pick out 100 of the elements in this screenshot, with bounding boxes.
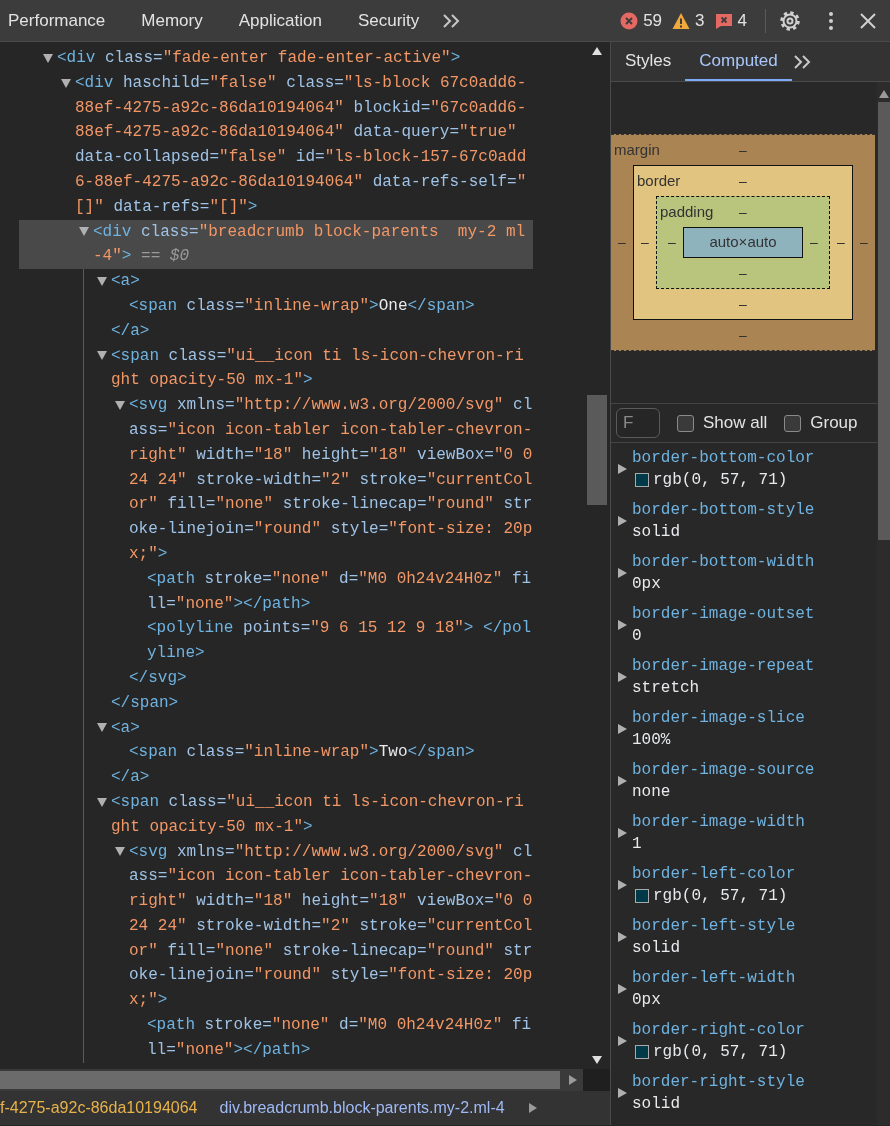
disclosure-triangle-icon[interactable]	[115, 847, 125, 857]
property-name: border-bottom-style	[632, 500, 815, 521]
breadcrumb-link[interactable]: div.breadcrumb.block-parents.my-2.ml-4	[219, 1096, 505, 1120]
box-value: –	[739, 263, 747, 283]
more-tabs-icon[interactable]	[791, 53, 812, 70]
dom-closing-tag[interactable]: </a>	[111, 318, 533, 344]
dom-node-line[interactable]: <div class="fade-enter fade-enter-active">	[57, 46, 533, 71]
property-value: solid	[632, 938, 680, 959]
property-value: rgb(0, 57, 71)	[653, 886, 788, 907]
dom-node-line[interactable]: <a>	[111, 269, 533, 294]
box-value: –	[617, 233, 627, 252]
dom-node-line[interactable]: <span class="inline-wrap">Two</span>	[129, 740, 533, 766]
color-swatch[interactable]	[635, 1045, 649, 1059]
box-value: –	[739, 325, 747, 345]
color-swatch[interactable]	[635, 889, 649, 903]
dom-closing-tag[interactable]: </a>	[111, 765, 533, 790]
color-swatch[interactable]	[635, 473, 649, 487]
property-name: border-image-repeat	[632, 656, 815, 677]
settings-icon[interactable]	[778, 8, 802, 33]
disclosure-triangle-icon[interactable]	[97, 723, 107, 733]
scrollbar-thumb[interactable]	[877, 102, 890, 540]
property-name: border-left-color	[632, 864, 796, 885]
dom-node-line[interactable]: <svg xmlns="http://www.w3.org/2000/svg" class="icon icon-tabler icon-tabler-chevron-right" width="18" height="18" viewBox="0 0 24 24" stroke-width="2" stroke="currentColor" fill="none" stroke-linecap="round" stroke-linejoin="round" style="font-size: 20px;">	[129, 393, 533, 567]
disclosure-triangle-icon[interactable]	[97, 351, 107, 361]
dom-node-line[interactable]: <svg xmlns="http://www.w3.org/2000/svg" class="icon icon-tabler icon-tabler-chevron-right" width="18" height="18" viewBox="0 0 24 24" stroke-width="2" stroke="currentColor" fill="none" stroke-linecap="round" stroke-linejoin="round" style="font-size: 20px;">	[129, 839, 533, 1014]
property-value: 0	[632, 626, 642, 647]
dom-node-line[interactable]: <span class="inline-wrap">One</span>	[129, 293, 533, 319]
scroll-arrow-icon[interactable]	[878, 90, 889, 98]
sidebar-tab[interactable]: Computed	[685, 42, 792, 81]
dom-node-line[interactable]: <polyline points="9 6 15 12 9 18"> </polyline>	[147, 616, 533, 666]
panel-tab[interactable]: Application	[220, 0, 340, 41]
checkbox-label[interactable]: Show all	[703, 410, 768, 436]
horizontal-scrollbar[interactable]	[0, 1069, 610, 1091]
issue-icon	[714, 11, 733, 30]
disclosure-triangle-icon[interactable]	[61, 78, 71, 88]
dom-closing-tag[interactable]: </svg>	[129, 665, 533, 691]
disclosure-triangle-icon[interactable]	[618, 620, 627, 630]
disclosure-triangle-icon[interactable]	[43, 53, 53, 63]
dom-closing-tag[interactable]: </span>	[111, 690, 533, 716]
property-name: border-image-outset	[632, 604, 815, 625]
disclosure-triangle-icon[interactable]	[618, 672, 627, 682]
disclosure-triangle-icon[interactable]	[115, 401, 125, 411]
box-value: –	[739, 202, 747, 222]
more-tabs-icon[interactable]	[441, 12, 462, 29]
filter-field[interactable]: F	[616, 408, 660, 438]
panel-tab[interactable]: Security	[339, 0, 438, 41]
checkbox-label[interactable]: Group	[810, 410, 858, 436]
disclosure-triangle-icon[interactable]	[618, 568, 627, 578]
property-value: 0px	[632, 990, 661, 1011]
checkbox[interactable]	[677, 414, 694, 432]
scrollbar-thumb[interactable]	[586, 395, 607, 505]
dom-node-line[interactable]: <span class="ui__icon ti ls-icon-chevron-right opacity-50 mx-1">	[111, 789, 533, 840]
box-value: –	[809, 233, 819, 252]
property-value: solid	[632, 522, 680, 543]
checkbox[interactable]	[784, 414, 802, 432]
disclosure-triangle-icon[interactable]	[97, 277, 107, 287]
box-label: border	[636, 170, 681, 191]
property-value: rgb(0, 57, 71)	[653, 1042, 788, 1063]
property-name: border-right-color	[632, 1020, 805, 1041]
property-name: border-right-style	[632, 1072, 805, 1093]
disclosure-triangle-icon[interactable]	[618, 1088, 627, 1098]
box-value: –	[739, 140, 747, 160]
close-icon[interactable]	[860, 12, 876, 29]
issue-count: 59	[643, 9, 663, 32]
property-value: none	[632, 782, 671, 803]
scrollbar-thumb[interactable]	[0, 1071, 560, 1089]
disclosure-triangle-icon[interactable]	[618, 984, 627, 994]
scrollbar[interactable]	[877, 82, 890, 1125]
disclosure-triangle-icon[interactable]	[618, 828, 627, 838]
issue-count: 4	[737, 9, 747, 32]
dom-node-line[interactable]: <path stroke="none" d="M0 0h24v24H0z" fill="none"></path>	[147, 566, 533, 617]
breadcrumb-link[interactable]: f-4275-a92c-86da10194064	[0, 1096, 198, 1120]
more-options-icon[interactable]	[828, 10, 834, 31]
disclosure-triangle-icon[interactable]	[618, 932, 627, 942]
dom-node-line[interactable]: <span class="ui__icon ti ls-icon-chevron-right opacity-50 mx-1">	[111, 343, 533, 394]
property-value: 1	[632, 834, 642, 855]
dom-node-line[interactable]: <path stroke="none" d="M0 0h24v24H0z" fill="none"></path>	[147, 1013, 533, 1063]
property-name: border-image-slice	[632, 708, 805, 729]
disclosure-triangle-icon[interactable]	[79, 227, 89, 237]
box-value: –	[640, 233, 650, 252]
scroll-arrow-icon[interactable]	[591, 1056, 602, 1064]
disclosure-triangle-icon[interactable]	[618, 776, 627, 786]
box-value: –	[859, 233, 869, 252]
property-value: solid	[632, 1094, 680, 1115]
property-value: rgb(0, 57, 71)	[653, 470, 788, 491]
panel-tab[interactable]: Memory	[123, 0, 221, 41]
scroll-arrow-icon[interactable]	[591, 47, 602, 55]
property-name: border-bottom-width	[632, 552, 815, 573]
panel-tab[interactable]: Performance	[0, 0, 124, 41]
dom-node-line[interactable]: <div haschild="false" class="ls-block 67c0add6-88ef-4275-a92c-86da10194064" blockid="67c0add6-88ef-4275-a92c-86da10194064" data-query="true" data-collapsed="false" id="ls-block-157-67c0add6-88ef-4275-a92c-86da10194064" data-refs-self="[]" data-refs="[]">	[75, 70, 533, 220]
property-value: stretch	[632, 678, 700, 699]
warning-icon	[672, 11, 691, 30]
dom-node-line[interactable]: <a>	[111, 715, 533, 741]
error-icon	[620, 11, 639, 30]
disclosure-triangle-icon[interactable]	[618, 724, 627, 734]
property-name: border-bottom-color	[632, 448, 815, 469]
sidebar-tab[interactable]: Styles	[611, 42, 686, 81]
property-value: 100%	[632, 730, 671, 751]
disclosure-triangle-icon[interactable]	[97, 797, 107, 807]
disclosure-triangle-icon[interactable]	[618, 516, 627, 526]
